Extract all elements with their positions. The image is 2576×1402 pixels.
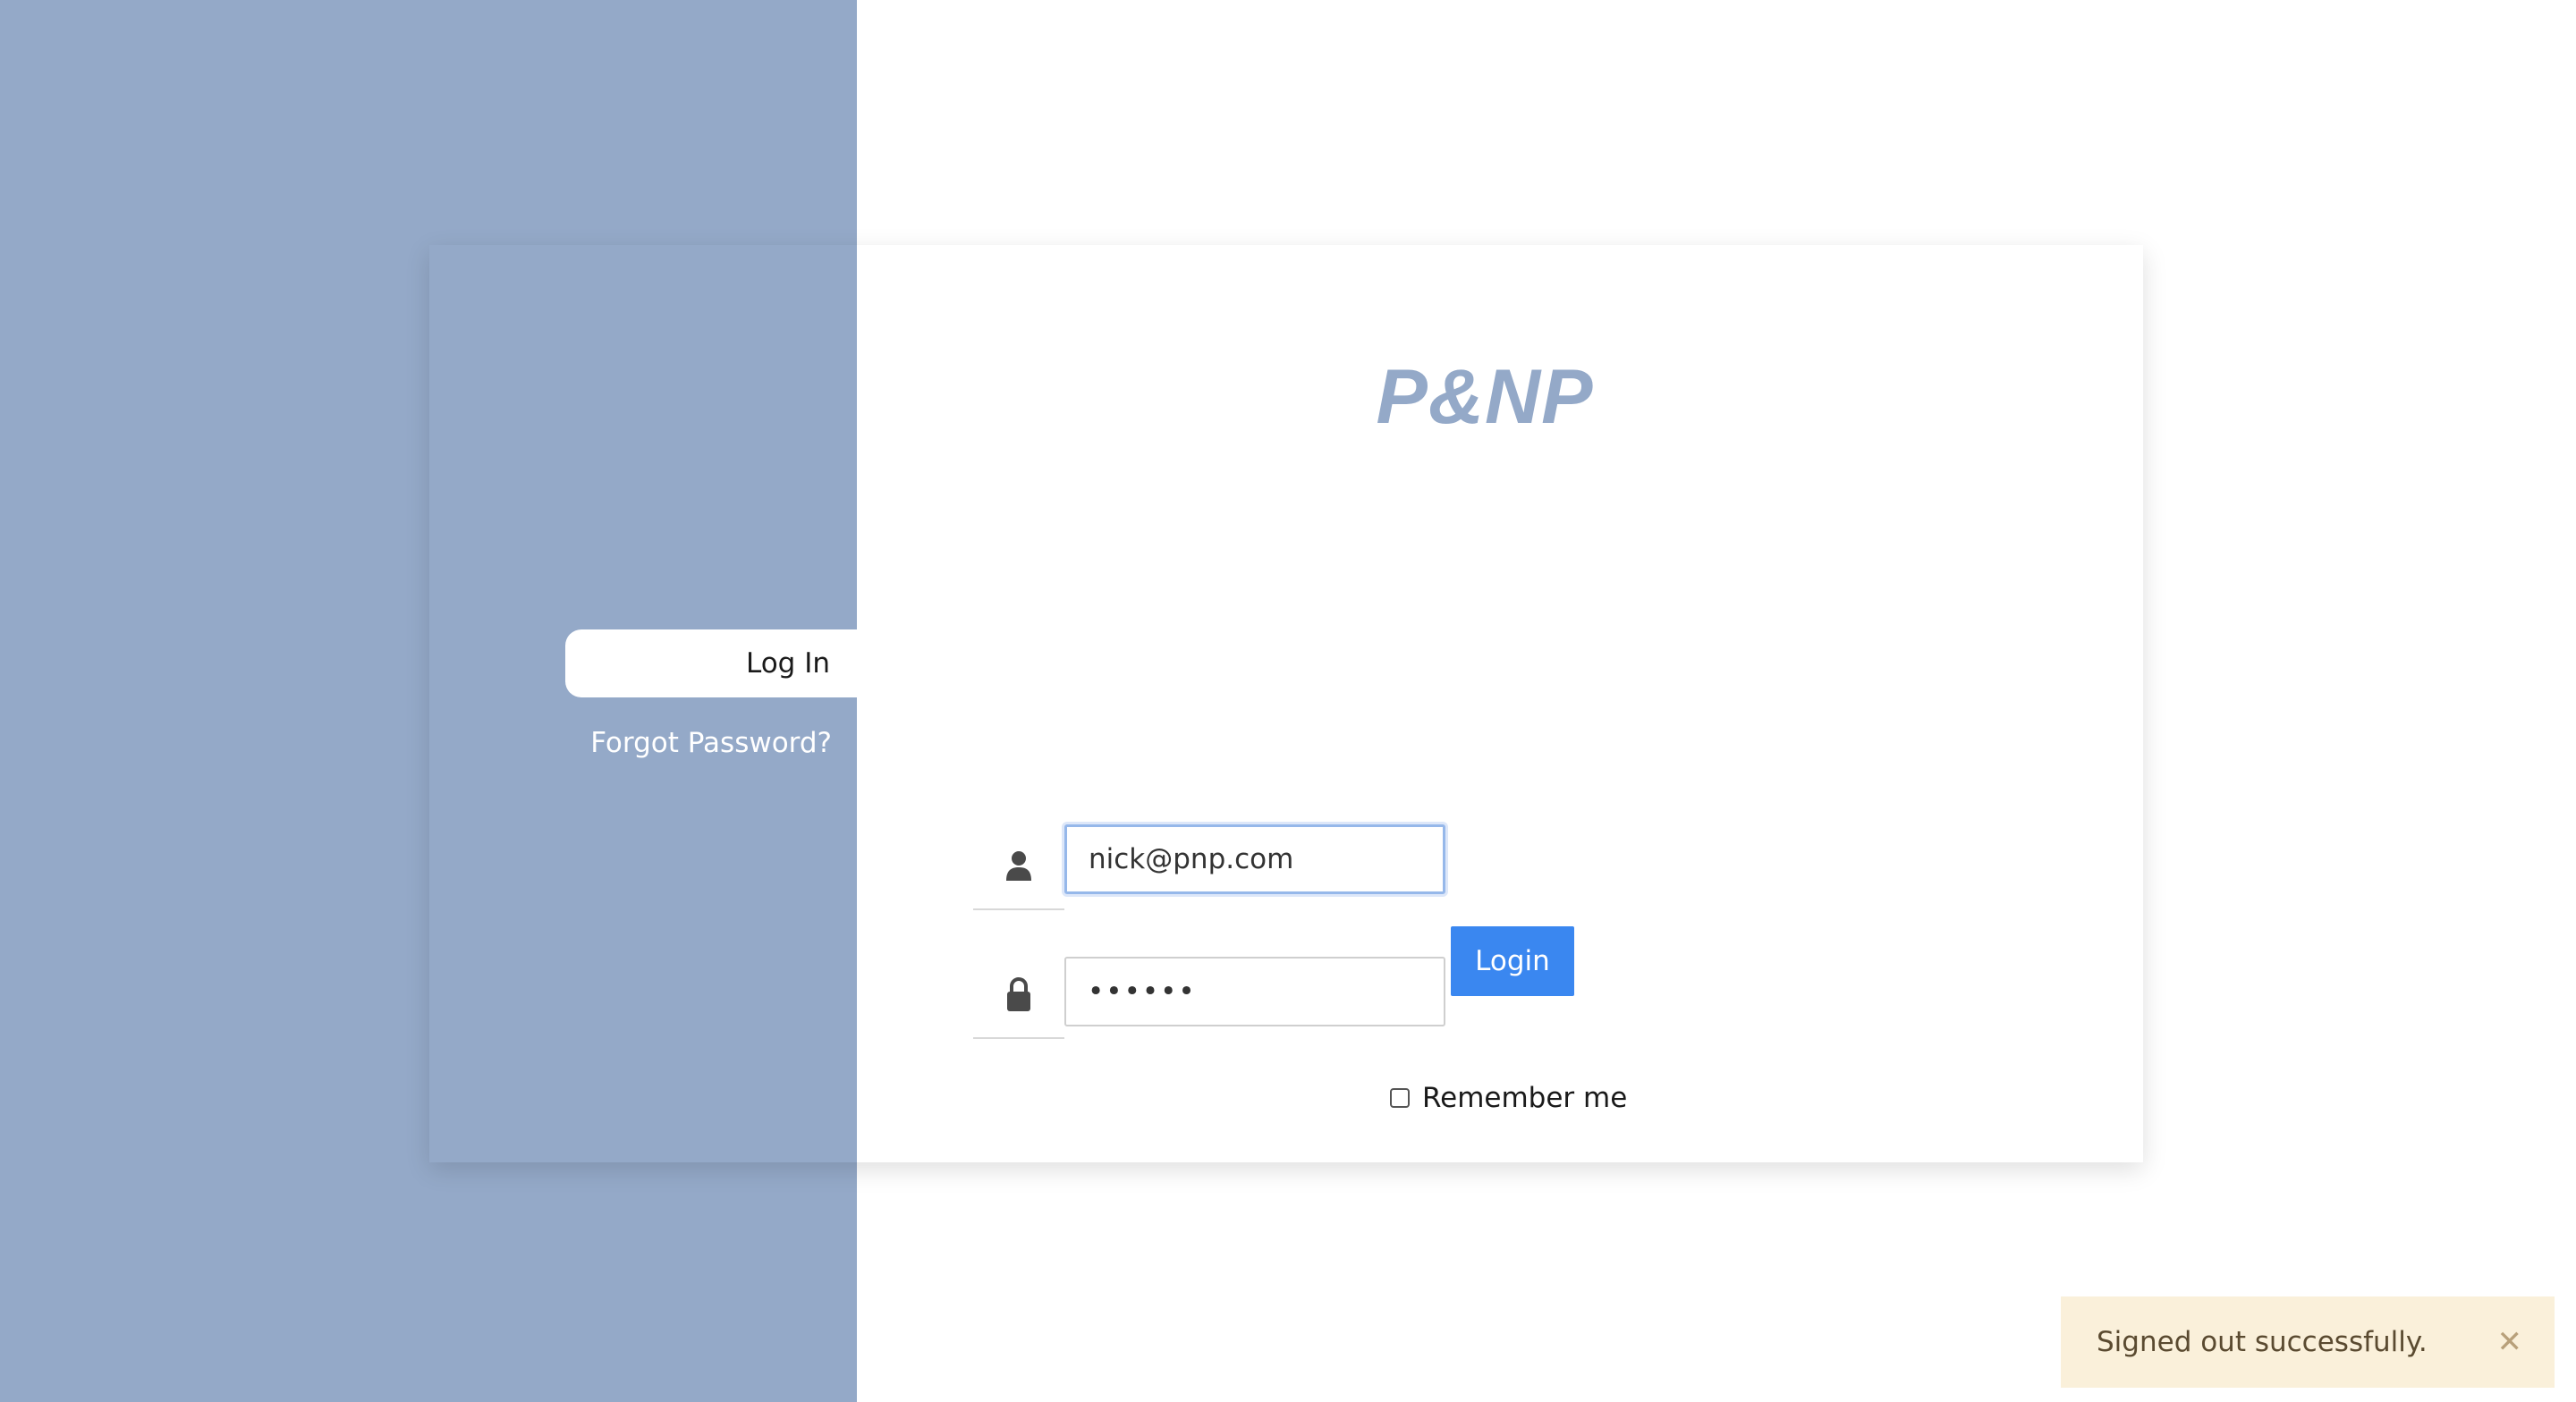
tab-log-in-label: Log In [745, 647, 830, 680]
password-field[interactable] [1064, 957, 1445, 1026]
forgot-password-link[interactable]: Forgot Password? [589, 719, 832, 767]
tab-log-in[interactable]: Log In [565, 629, 857, 697]
user-icon [973, 823, 1064, 910]
close-icon[interactable]: ✕ [2497, 1327, 2523, 1357]
login-card: Log In Forgot Password? P&NP Remember me [429, 245, 2143, 1162]
card-nav-panel: Log In Forgot Password? [429, 245, 857, 1162]
remember-me-checkbox[interactable] [1390, 1088, 1410, 1108]
flash-notice: Signed out successfully. ✕ [2061, 1296, 2555, 1388]
remember-me-label: Remember me [1422, 1082, 1628, 1114]
page: Log In Forgot Password? P&NP Remember me [0, 0, 2576, 1402]
flash-notice-message: Signed out successfully. [2097, 1326, 2428, 1358]
forgot-password-label: Forgot Password? [590, 727, 832, 759]
email-field[interactable] [1064, 824, 1445, 894]
brand-logo: P&NP [1376, 353, 1594, 440]
remember-me-option[interactable]: Remember me [1390, 1082, 1627, 1114]
login-button[interactable]: Login [1451, 926, 1574, 996]
lock-icon [973, 951, 1064, 1039]
